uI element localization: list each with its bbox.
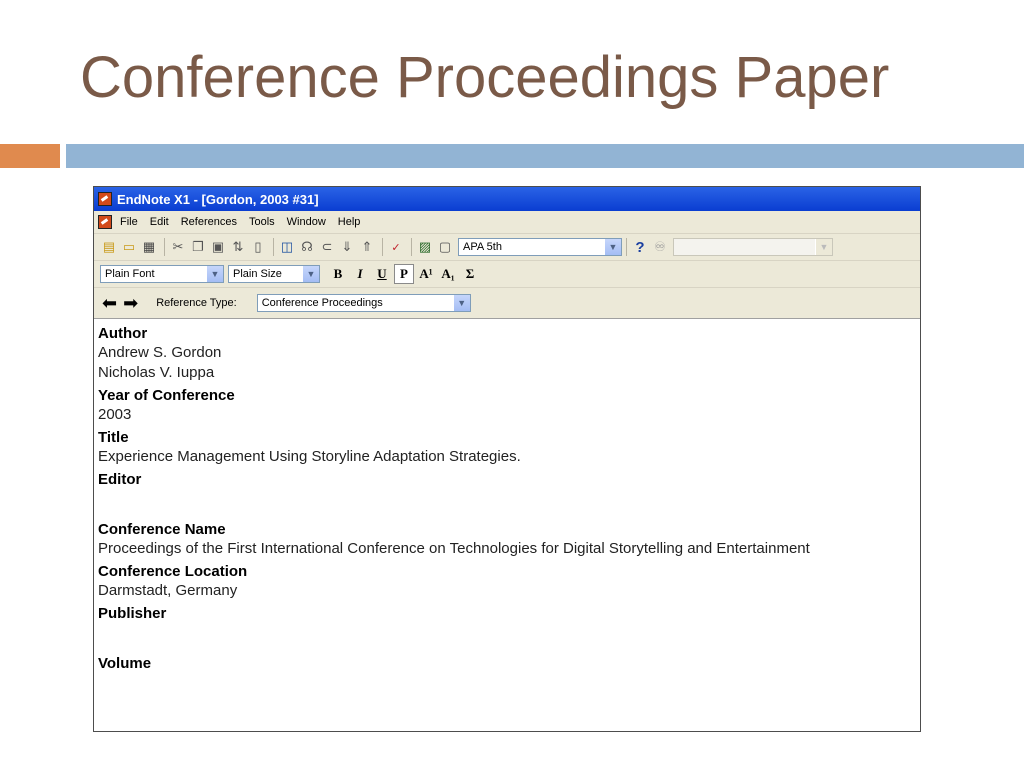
help-icon[interactable]: ? — [631, 238, 649, 256]
copy-icon[interactable]: ❐ — [189, 238, 207, 256]
subscript-button[interactable]: A₁ — [438, 264, 458, 284]
format-toolbar: Plain Font ▼ Plain Size ▼ B I U P A¹ A₁ … — [94, 261, 920, 288]
new-reference-icon[interactable]: ▤ — [100, 238, 118, 256]
reference-type-label: Reference Type: — [156, 297, 237, 309]
window-titlebar[interactable]: EndNote X1 - [Gordon, 2003 #31] — [94, 187, 920, 211]
sort-icon[interactable]: ⇅ — [229, 238, 247, 256]
plain-button[interactable]: P — [394, 264, 414, 284]
endnote-window: EndNote X1 - [Gordon, 2003 #31] File Edi… — [93, 186, 921, 732]
back-arrow-icon[interactable]: ⬅ — [102, 293, 117, 314]
reference-type-bar: ⬅ ➡ Reference Type: Conference Proceedin… — [94, 288, 920, 319]
reference-type-select[interactable]: Conference Proceedings ▼ — [256, 294, 471, 312]
output-style-select[interactable]: APA 5th ▼ — [458, 238, 622, 256]
accent-bar-blue — [66, 144, 1024, 168]
font-value: Plain Font — [105, 268, 155, 280]
field-publisher[interactable] — [98, 623, 916, 651]
field-conference-location[interactable]: Darmstadt, Germany — [98, 581, 916, 601]
print-icon[interactable]: ▦ — [140, 238, 158, 256]
field-label-conference-name: Conference Name — [98, 521, 226, 538]
field-author-line-1[interactable]: Andrew S. Gordon — [98, 343, 916, 363]
chevron-down-icon[interactable]: ▼ — [302, 266, 319, 282]
field-label-year: Year of Conference — [98, 387, 235, 404]
cut-icon[interactable]: ✂ — [169, 238, 187, 256]
reference-type-value: Conference Proceedings — [261, 297, 383, 309]
field-label-volume: Volume — [98, 655, 152, 672]
slide-title: Conference Proceedings Paper — [80, 45, 890, 110]
insert-citation-icon[interactable]: ⇓ — [338, 238, 356, 256]
accent-bar-orange — [0, 144, 60, 168]
format-citation-icon[interactable]: ⇑ — [358, 238, 376, 256]
field-label-editor: Editor — [98, 471, 142, 488]
window-title: EndNote X1 - [Gordon, 2003 #31] — [117, 191, 319, 207]
menubar: File Edit References Tools Window Help — [94, 211, 920, 234]
quick-search-select[interactable]: ▼ — [673, 238, 833, 256]
chevron-down-icon[interactable]: ▼ — [604, 239, 621, 255]
toolbar-separator — [626, 238, 627, 256]
menu-window[interactable]: Window — [287, 216, 326, 228]
field-label-title: Title — [98, 429, 129, 446]
attach-icon[interactable]: ⊂ — [318, 238, 336, 256]
font-select[interactable]: Plain Font ▼ — [100, 265, 224, 283]
reference-fields: Author Andrew S. Gordon Nicholas V. Iupp… — [94, 319, 920, 695]
bold-button[interactable]: B — [328, 264, 348, 284]
field-volume[interactable] — [98, 673, 916, 693]
toolbar-separator — [411, 238, 412, 256]
menu-file[interactable]: File — [120, 216, 138, 228]
image-icon[interactable]: ▨ — [416, 238, 434, 256]
find-icon[interactable]: ◫ — [278, 238, 296, 256]
underline-button[interactable]: U — [372, 264, 392, 284]
spell-check-icon[interactable]: ✓ — [387, 238, 405, 256]
open-icon[interactable]: ▭ — [120, 238, 138, 256]
menu-help[interactable]: Help — [338, 216, 361, 228]
field-label-publisher: Publisher — [98, 605, 167, 622]
superscript-button[interactable]: A¹ — [416, 264, 436, 284]
toolbar-separator — [382, 238, 383, 256]
output-style-value: APA 5th — [463, 241, 502, 253]
link-icon[interactable]: ☊ — [298, 238, 316, 256]
chevron-down-icon[interactable]: ▼ — [206, 266, 223, 282]
window-icon[interactable]: ▢ — [436, 238, 454, 256]
chevron-down-icon[interactable]: ▼ — [452, 295, 470, 311]
toolbar-separator — [273, 238, 274, 256]
toolbar-separator — [164, 238, 165, 256]
field-author-line-2[interactable]: Nicholas V. Iuppa — [98, 363, 916, 383]
size-value: Plain Size — [233, 268, 282, 280]
italic-button[interactable]: I — [350, 264, 370, 284]
field-label-author: Author — [98, 325, 148, 342]
binoculars-icon[interactable]: ♾ — [651, 238, 669, 256]
menu-edit[interactable]: Edit — [150, 216, 169, 228]
chevron-down-icon[interactable]: ▼ — [815, 239, 832, 255]
menu-references[interactable]: References — [181, 216, 237, 228]
preview-icon[interactable]: ▯ — [249, 238, 267, 256]
field-label-conference-location: Conference Location — [98, 563, 248, 580]
field-title[interactable]: Experience Management Using Storyline Ad… — [98, 447, 916, 467]
field-year[interactable]: 2003 — [98, 405, 916, 425]
endnote-app-icon — [98, 192, 112, 206]
forward-arrow-icon[interactable]: ➡ — [123, 293, 138, 314]
symbol-button[interactable]: Σ — [460, 264, 480, 284]
field-conference-name[interactable]: Proceedings of the First International C… — [98, 539, 916, 559]
main-toolbar: ▤ ▭ ▦ ✂ ❐ ▣ ⇅ ▯ ◫ ☊ ⊂ ⇓ ⇑ ✓ ▨ ▢ APA 5th … — [94, 234, 920, 261]
field-editor[interactable] — [98, 489, 916, 517]
menu-tools[interactable]: Tools — [249, 216, 275, 228]
paste-icon[interactable]: ▣ — [209, 238, 227, 256]
size-select[interactable]: Plain Size ▼ — [228, 265, 320, 283]
document-icon[interactable] — [98, 215, 112, 229]
